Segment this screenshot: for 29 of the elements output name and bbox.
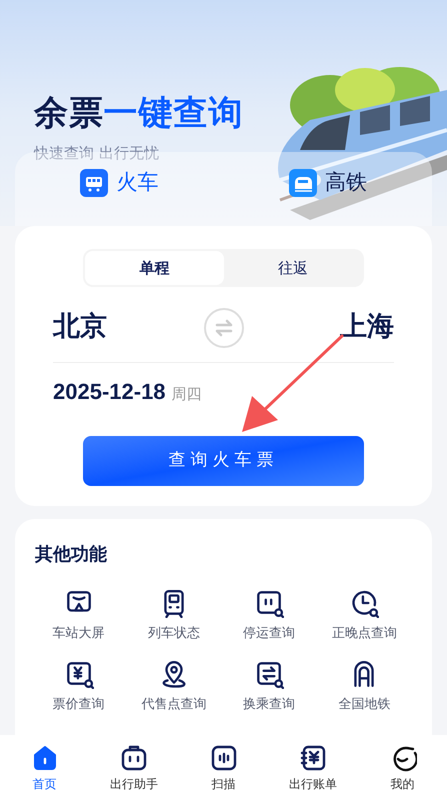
function-label[interactable]: 列车状态 <box>148 624 200 644</box>
search-button[interactable]: 查询火车票 <box>83 436 364 486</box>
function-label[interactable]: 正晚点查询 <box>332 624 397 644</box>
title-accent-text: 一键查询 <box>104 96 244 130</box>
subtitle-text: 快速查询 出行无忧 <box>34 143 159 164</box>
trip-type-tab[interactable]: 往返 <box>224 251 362 285</box>
nav-item[interactable]: 扫描 <box>178 743 268 793</box>
title-text: 余票 <box>34 96 104 130</box>
bullet-train-tab-icon <box>288 169 317 197</box>
trip-type-tab[interactable]: 单程 <box>85 251 224 285</box>
nav-item[interactable]: 出行账单 <box>268 743 358 793</box>
date-text[interactable]: 2025-12-18 <box>53 375 166 408</box>
departure-city[interactable]: 北京 <box>53 307 107 348</box>
nav-item[interactable]: 首页 <box>0 743 90 793</box>
nav-item[interactable]: 我的 <box>358 743 447 793</box>
function-label[interactable]: 代售点查询 <box>141 694 206 714</box>
arrival-city[interactable]: 上海 <box>340 307 394 348</box>
function-label[interactable]: 换乘查询 <box>243 694 296 714</box>
transport-tab[interactable]: 火车 <box>15 163 224 203</box>
function-label[interactable]: 停运查询 <box>243 624 296 644</box>
weekday-text: 周四 <box>172 384 202 405</box>
nav-item[interactable]: 出行助手 <box>89 743 179 793</box>
function-label[interactable]: 全国地铁 <box>338 694 390 714</box>
transport-tab[interactable]: 高铁 <box>224 163 432 203</box>
section-title: 其他功能 <box>35 543 108 567</box>
pause-search-icon <box>254 588 284 618</box>
train-tab-icon <box>80 169 108 197</box>
function-label[interactable]: 车站大屏 <box>52 624 105 644</box>
function-label[interactable]: 票价查询 <box>52 694 105 714</box>
